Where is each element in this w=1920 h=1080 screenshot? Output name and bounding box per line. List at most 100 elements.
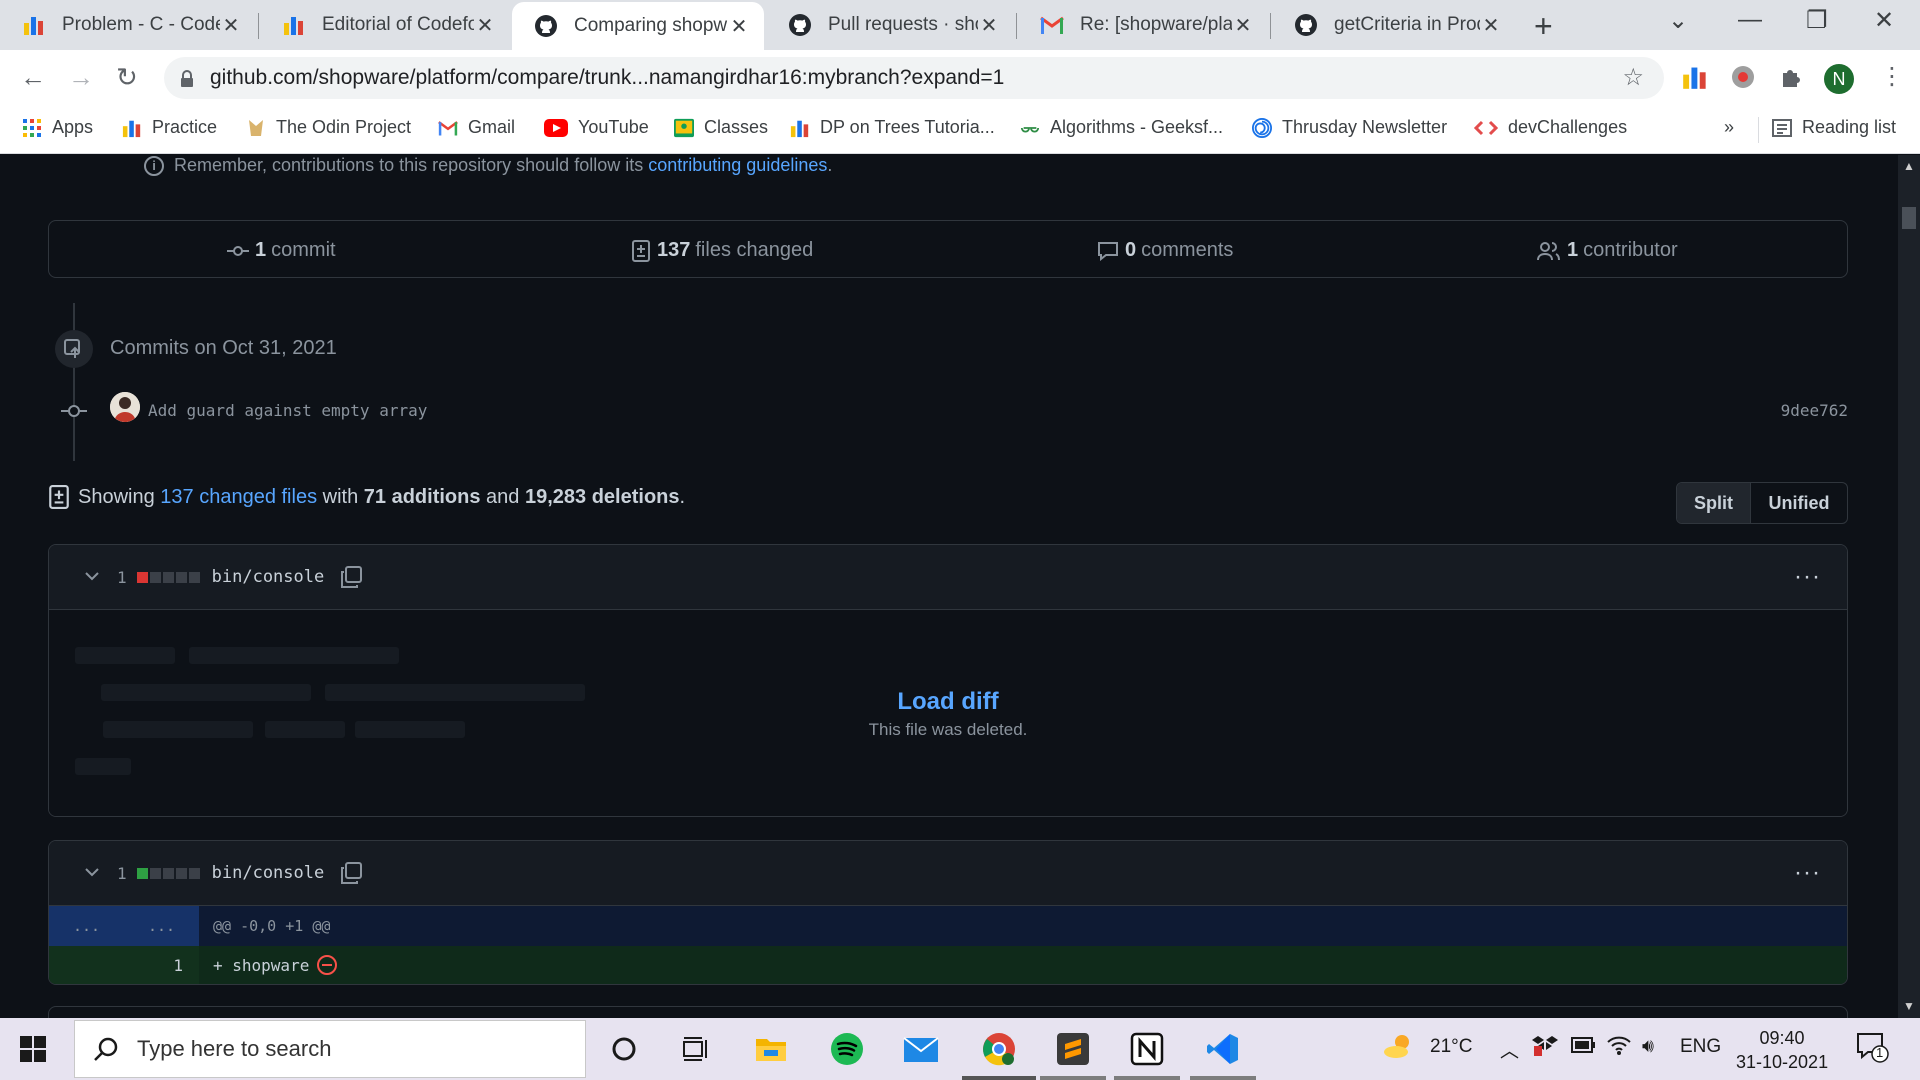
info-icon: i [144,155,164,176]
tab-gmail-shopware[interactable]: Re: [shopware/platform] ✕ [1018,0,1268,50]
git-commit-group-icon [55,330,93,368]
bookmark-star-icon[interactable]: ☆ [1622,63,1644,92]
close-tab-icon[interactable]: ✕ [978,13,1000,38]
stat-commits[interactable]: 1 commit [227,239,336,262]
contributing-guidelines-link[interactable]: contributing guidelines [648,155,827,176]
copy-icon[interactable] [340,566,363,588]
chevron-down-icon[interactable] [85,864,99,882]
vscode-icon[interactable] [1202,1028,1244,1070]
stat-comments[interactable]: 0 comments [1097,239,1233,262]
back-button[interactable]: ← [20,62,46,93]
changed-files-link[interactable]: 137 changed files [160,486,317,509]
bookmarks-overflow-button[interactable]: » [1724,117,1734,138]
diffstat-blocks [136,571,202,583]
stat-files-changed[interactable]: 137 files changed [631,239,813,262]
task-view-icon[interactable] [675,1028,717,1070]
input-language[interactable]: ENG [1680,1036,1721,1058]
commit-author-avatar[interactable] [110,392,140,422]
extension-icon[interactable] [1730,64,1758,92]
file-name-link[interactable]: bin/console [212,567,325,587]
bookmark-thursday-newsletter[interactable]: Thrusday Newsletter [1252,117,1447,138]
scroll-down-arrow-icon[interactable]: ▼ [1903,999,1915,1013]
commit-sha-link[interactable]: 9dee762 [1781,401,1848,420]
bookmark-practice[interactable]: Practice [122,117,217,138]
close-tab-icon[interactable]: ✕ [1480,13,1502,38]
apps-grid-icon [22,118,42,138]
restore-button[interactable]: ❐ [1806,6,1828,35]
copy-icon[interactable] [340,862,363,884]
people-icon [1537,241,1560,260]
spotify-icon[interactable] [826,1028,868,1070]
puzzle-extensions-icon[interactable] [1778,64,1806,92]
stat-contributors[interactable]: 1 contributor [1537,239,1678,262]
file-diff-icon [632,239,650,262]
tab-pull-requests[interactable]: Pull requests · shopware ✕ [766,0,1014,50]
tab-search-chevron-icon[interactable]: ⌄ [1668,6,1688,35]
weather-temperature[interactable]: 21°C [1430,1036,1472,1058]
taskbar-clock[interactable]: 09:40 31-10-2021 [1736,1026,1828,1074]
sublime-text-icon[interactable] [1052,1028,1094,1070]
window-close-button[interactable]: ✕ [1874,6,1894,35]
bookmark-apps[interactable]: Apps [22,117,93,138]
address-bar[interactable]: github.com/shopware/platform/compare/tru… [164,57,1664,99]
menu-kebab-icon[interactable]: ⋮ [1880,62,1904,91]
file-name-link[interactable]: bin/console [212,863,325,883]
bookmark-odin-project[interactable]: The Odin Project [246,117,411,138]
close-tab-icon[interactable]: ✕ [474,13,496,38]
unified-view-button[interactable]: Unified [1751,483,1847,523]
bookmark-classes[interactable]: Classes [674,117,768,138]
file-options-kebab-icon[interactable]: ··· [1794,859,1821,887]
tab-comparing-shopware[interactable]: Comparing shopware ✕ [512,2,764,50]
minimize-button[interactable]: — [1738,6,1762,34]
chevron-down-icon[interactable] [85,568,99,586]
classroom-icon [674,118,694,138]
devchallenges-icon [1474,118,1498,138]
weather-icon[interactable] [1382,1032,1416,1066]
battery-icon[interactable] [1570,1036,1596,1060]
tab-codeforces-editorial[interactable]: Editorial of Codeforces ✕ [260,0,510,50]
page-scrollbar[interactable]: ▲ ▼ [1898,155,1920,1018]
codeforces-icon [790,118,810,138]
new-tab-button[interactable]: + [1534,8,1553,45]
expand-up-button[interactable]: ... [49,906,124,946]
codeforces-icon [282,13,306,37]
forward-button[interactable]: → [68,62,94,93]
split-view-button[interactable]: Split [1677,483,1751,523]
commit-message-link[interactable]: Add guard against empty array [148,401,427,420]
close-tab-icon[interactable]: ✕ [1232,13,1254,38]
diff-summary: Showing 137 changed files with 71 additi… [48,485,685,509]
profile-avatar[interactable]: N [1824,64,1854,94]
wifi-icon[interactable] [1606,1034,1632,1062]
bookmark-dp-on-trees[interactable]: DP on Trees Tutoria... [790,117,995,138]
tab-codeforces-problem[interactable]: Problem - C - Codeforces ✕ [0,0,256,50]
show-hidden-icons-icon[interactable]: ︿ [1500,1036,1519,1063]
volume-icon[interactable]: 🔊︎ [1642,1036,1654,1058]
load-diff-button[interactable]: Load diff [49,688,1847,716]
search-icon [94,1037,118,1061]
new-line-number[interactable]: 1 [124,946,199,984]
scrollbar-thumb[interactable] [1902,207,1916,229]
close-tab-icon[interactable]: ✕ [220,13,242,38]
file-change-count: 1 [117,567,127,587]
close-tab-icon[interactable]: ✕ [728,14,750,39]
codeforces-extension-icon[interactable] [1682,64,1710,92]
notification-center-icon[interactable]: 1 [1856,1032,1890,1070]
file-explorer-icon[interactable] [750,1028,792,1070]
reload-button[interactable]: ↻ [116,62,138,93]
file-options-kebab-icon[interactable]: ··· [1794,563,1821,591]
bookmark-devchallenges[interactable]: devChallenges [1474,117,1627,138]
tab-getcriteria[interactable]: getCriteria in Product ✕ [1272,0,1516,50]
reading-list-button[interactable]: Reading list [1772,117,1896,138]
bookmark-geeksforgeeks[interactable]: Algorithms - Geeksf... [1020,117,1223,138]
notion-icon[interactable] [1126,1028,1168,1070]
scroll-up-arrow-icon[interactable]: ▲ [1903,159,1915,173]
chrome-icon[interactable] [978,1028,1020,1070]
windows-start-icon[interactable] [20,1036,46,1062]
bookmark-youtube[interactable]: YouTube [544,117,649,138]
bookmark-gmail[interactable]: Gmail [438,117,515,138]
taskbar-search-box[interactable]: Type here to search [74,1020,586,1078]
expand-down-button[interactable]: ... [124,906,199,946]
cortana-icon[interactable] [603,1028,645,1070]
dropbox-icon[interactable] [1532,1034,1558,1064]
mail-icon[interactable] [900,1028,942,1070]
